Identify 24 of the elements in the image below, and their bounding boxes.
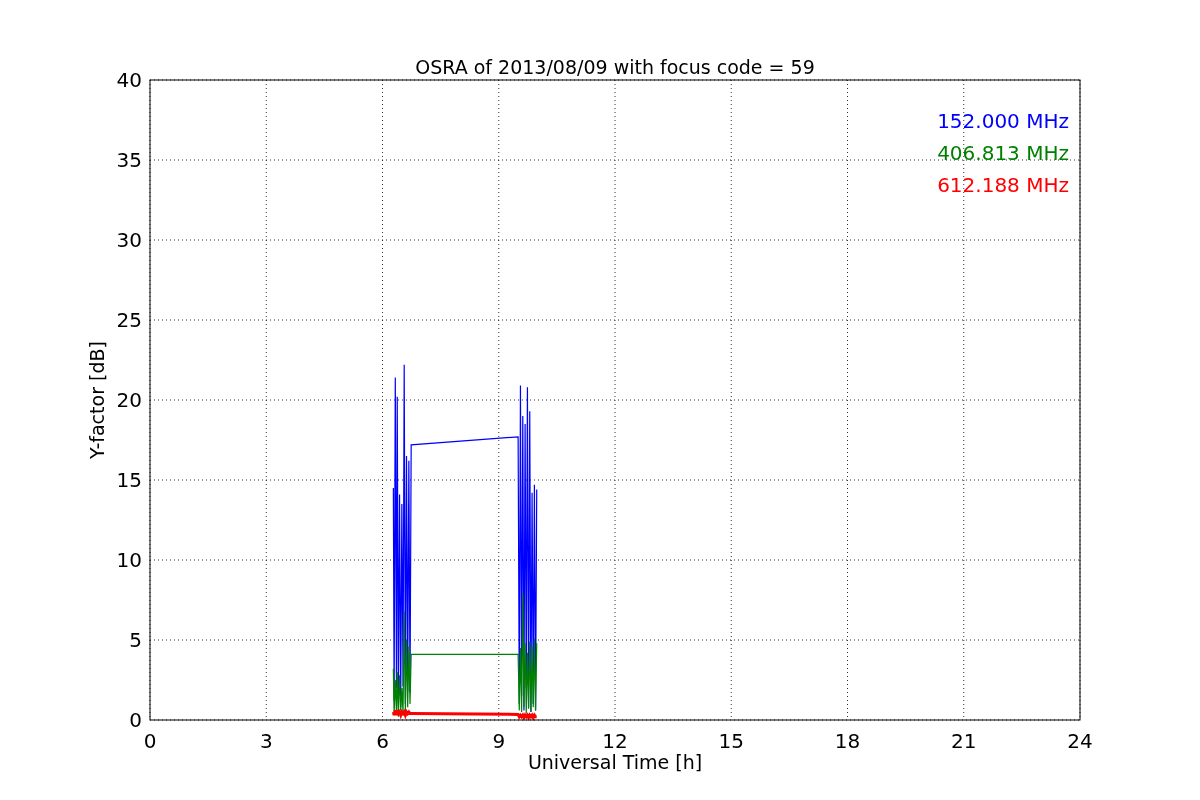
y-tick-label: 15 bbox=[116, 468, 142, 492]
y-tick-label: 35 bbox=[116, 148, 142, 172]
y-tick-label: 20 bbox=[116, 388, 142, 412]
legend-label: 152.000 MHz bbox=[937, 109, 1069, 133]
y-tick-label: 30 bbox=[116, 228, 142, 252]
y-axis-label: Y-factor [dB] bbox=[86, 341, 108, 459]
x-axis-label: Universal Time [h] bbox=[527, 751, 703, 773]
y-tick-label: 0 bbox=[129, 708, 142, 732]
x-tick-label: 6 bbox=[376, 729, 389, 753]
y-tick-label: 5 bbox=[129, 628, 142, 652]
x-tick-label: 15 bbox=[718, 729, 744, 753]
x-tick-label: 18 bbox=[834, 729, 861, 753]
y-tick-label: 25 bbox=[116, 308, 142, 332]
legend-label: 406.813 MHz bbox=[937, 141, 1069, 165]
x-tick-label: 9 bbox=[492, 729, 506, 753]
x-tick-label: 12 bbox=[602, 729, 628, 753]
x-tick-label: 3 bbox=[259, 729, 273, 753]
legend-label: 612.188 MHz bbox=[937, 173, 1069, 197]
x-tick-label: 21 bbox=[951, 729, 977, 753]
x-tick-label: 0 bbox=[143, 729, 157, 753]
y-tick-label: 10 bbox=[116, 548, 142, 572]
x-tick-label: 24 bbox=[1067, 729, 1093, 753]
y-tick-label: 40 bbox=[116, 68, 142, 92]
chart-title: OSRA of 2013/08/09 with focus code = 59 bbox=[415, 56, 815, 78]
